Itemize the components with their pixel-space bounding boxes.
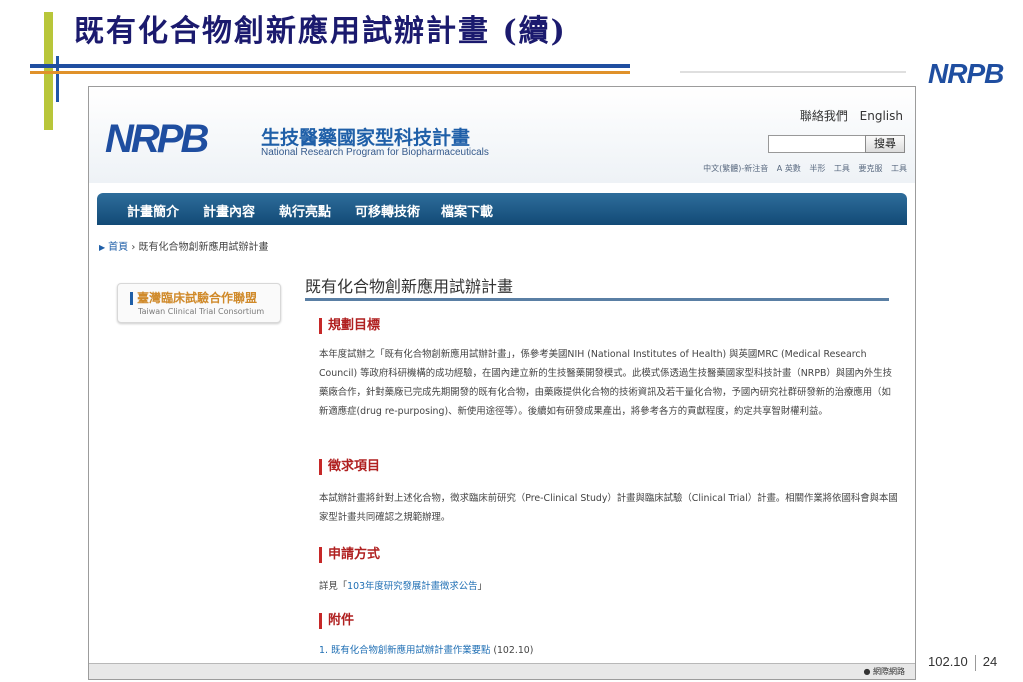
section-body-call: 本試辦計畫將針對上述化合物，徵求臨床前研究（Pre-Clinical Study… bbox=[319, 493, 898, 523]
internet-zone-indicator: ● 網際網路 bbox=[863, 666, 905, 677]
title-underline-orange bbox=[30, 71, 630, 74]
site-name-zh: 生技醫藥國家型科技計畫 bbox=[261, 127, 471, 149]
site-logo[interactable]: NRPB bbox=[105, 117, 209, 162]
breadcrumb-arrow-icon: ▶ bbox=[99, 243, 106, 252]
main-nav: 計畫簡介 計畫內容 執行亮點 可移轉技術 檔案下載 bbox=[97, 193, 907, 225]
nav-item-content[interactable]: 計畫內容 bbox=[203, 201, 255, 220]
section-body-apply: 詳見「103年度研究發展計畫徵求公告」 bbox=[319, 577, 899, 596]
ime-toolbar-item[interactable]: A 英數 bbox=[777, 164, 801, 173]
nav-item-transferable-tech[interactable]: 可移轉技術 bbox=[355, 201, 420, 220]
tctc-banner-title: 臺灣臨床試驗合作聯盟 bbox=[130, 289, 257, 306]
section-body-attach: 1. 既有化合物創新應用試辦計畫作業要點 (102.10) bbox=[319, 641, 899, 660]
tctc-mark-icon bbox=[130, 292, 133, 305]
breadcrumb-current: 既有化合物創新應用試辦計畫 bbox=[138, 242, 269, 253]
contact-link[interactable]: 聯絡我們 bbox=[800, 109, 848, 123]
ime-toolbar-item[interactable]: 要克服 bbox=[858, 164, 882, 173]
corner-logo-text: NRPB bbox=[928, 58, 1004, 89]
title-accent-bar-blue bbox=[56, 56, 59, 102]
attachment-number: 1. bbox=[319, 645, 328, 656]
tctc-banner[interactable]: 臺灣臨床試驗合作聯盟 Taiwan Clinical Trial Consort… bbox=[117, 283, 281, 323]
ime-toolbar-item[interactable]: 半形 bbox=[809, 164, 825, 173]
breadcrumb-home[interactable]: 首頁 bbox=[108, 242, 128, 253]
search-input[interactable] bbox=[768, 135, 866, 153]
nav-item-highlights[interactable]: 執行亮點 bbox=[279, 201, 331, 220]
title-underline-blue bbox=[30, 64, 630, 68]
breadcrumb-separator: › bbox=[131, 242, 136, 253]
site-header: NRPB 生技醫藥國家型科技計畫 National Research Progr… bbox=[89, 87, 915, 183]
slide-date: 102.10 bbox=[928, 654, 968, 669]
footer-divider bbox=[974, 654, 976, 671]
section-heading-call: 徵求項目 bbox=[319, 459, 380, 475]
nrpb-corner-logo: NRPB bbox=[928, 58, 1004, 90]
section-heading-attach: 附件 bbox=[319, 613, 354, 629]
nav-item-downloads[interactable]: 檔案下載 bbox=[441, 201, 493, 220]
section-heading-goal: 規劃目標 bbox=[319, 318, 380, 334]
apply-prefix: 詳見「 bbox=[319, 581, 348, 592]
title-underline-grey bbox=[680, 71, 906, 73]
search-button[interactable]: 搜尋 bbox=[865, 135, 905, 153]
page-title: 既有化合物創新應用試辦計畫 bbox=[305, 277, 514, 296]
top-links: 聯絡我們 English bbox=[792, 107, 903, 124]
apply-suffix: 」 bbox=[477, 581, 487, 592]
slide-footer: 102.10 24 bbox=[928, 654, 997, 671]
ime-toolbar-item[interactable]: 工具 bbox=[834, 164, 850, 173]
breadcrumb: ▶ 首頁 › 既有化合物創新應用試辦計畫 bbox=[99, 238, 269, 253]
nav-item-intro[interactable]: 計畫簡介 bbox=[127, 201, 179, 220]
browser-statusbar: ● 網際網路 bbox=[89, 663, 915, 679]
section-body-goal: 本年度試辦之「既有化合物創新應用試辦計畫」，係參考美國NIH (National… bbox=[319, 349, 893, 417]
english-link[interactable]: English bbox=[860, 109, 903, 123]
website-screenshot: NRPB 生技醫藥國家型科技計畫 National Research Progr… bbox=[88, 86, 916, 680]
zone-label: 網際網路 bbox=[873, 667, 905, 676]
page-title-rule bbox=[305, 298, 889, 301]
ime-toolbar: 中文(繁體)-新注音 A 英數 半形 工具 要克服 工具 bbox=[697, 163, 907, 174]
globe-icon: ● bbox=[863, 667, 871, 676]
site-logo-text: NRPB bbox=[105, 117, 209, 161]
section-heading-apply: 申請方式 bbox=[319, 547, 380, 563]
slide-title: 既有化合物創新應用試辦計畫 (續) bbox=[74, 14, 567, 49]
announcement-link[interactable]: 103年度研究發展計畫徵求公告 bbox=[347, 581, 477, 592]
site-name-en: National Research Program for Biopharmac… bbox=[261, 147, 489, 158]
tctc-banner-zh: 臺灣臨床試驗合作聯盟 bbox=[137, 291, 258, 305]
ime-toolbar-item[interactable]: 工具 bbox=[891, 164, 907, 173]
attachment-date: (102.10) bbox=[493, 645, 534, 656]
ime-toolbar-item[interactable]: 中文(繁體)-新注音 bbox=[703, 164, 768, 173]
tctc-banner-en: Taiwan Clinical Trial Consortium bbox=[138, 307, 265, 316]
attachment-link[interactable]: 既有化合物創新應用試辦計畫作業要點 bbox=[331, 645, 490, 656]
slide-page-number: 24 bbox=[982, 654, 998, 669]
